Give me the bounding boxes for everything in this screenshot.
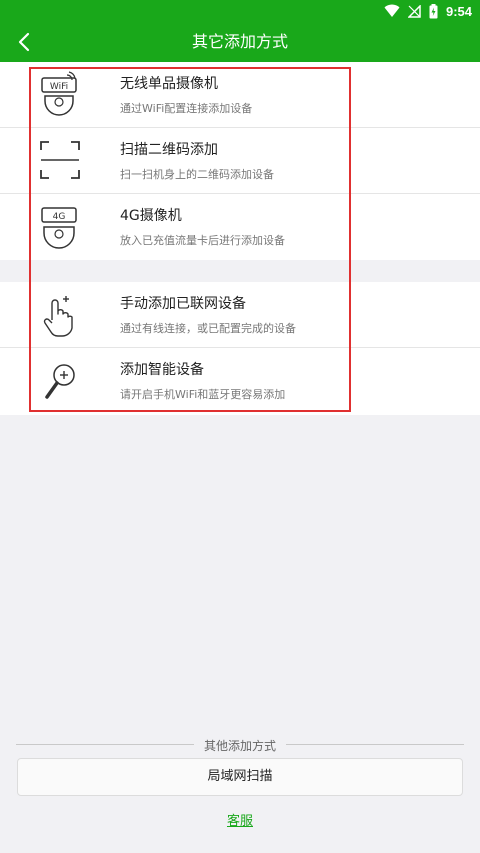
status-time: 9:54 [445, 3, 472, 19]
option-title: 手动添加已联网设备 [120, 296, 246, 312]
option-title: 无线单品摄像机 [120, 76, 218, 92]
wifi-camera-icon-label: WiFi [50, 82, 68, 92]
option-subtitle: 扫一扫机身上的二维码添加设备 [120, 168, 274, 181]
4g-camera-icon: 4G [41, 207, 77, 249]
4g-camera-icon-label: 4G [53, 212, 66, 222]
cellular-signal-icon [407, 4, 421, 18]
hand-tap-icon [43, 296, 73, 337]
option-title: 扫描二维码添加 [120, 142, 218, 158]
status-icons: 9:54 [384, 2, 472, 20]
app-bar: 其它添加方式 [0, 22, 480, 62]
other-methods-text: 其他添加方式 [193, 739, 286, 753]
option-subtitle: 通过WiFi配置连接添加设备 [120, 102, 253, 115]
option-4g-camera[interactable]: 4G 4G摄像机 放入已充值流量卡后进行添加设备 [0, 194, 480, 260]
option-smart-device[interactable]: 添加智能设备 请开启手机WiFi和蓝牙更容易添加 [0, 348, 480, 414]
option-title: 4G摄像机 [120, 208, 182, 224]
magnifier-plus-icon [45, 364, 75, 399]
lan-scan-button[interactable]: 局域网扫描 [17, 758, 463, 796]
customer-service-link[interactable]: 客服 [0, 810, 480, 829]
page-title: 其它添加方式 [191, 32, 288, 51]
option-qr-scan[interactable]: 扫描二维码添加 扫一扫机身上的二维码添加设备 [0, 128, 480, 194]
wifi-camera-icon: WiFi [41, 71, 77, 116]
qr-scan-icon [40, 141, 80, 179]
battery-charging-icon [429, 3, 438, 18]
device-options-group: 手动添加已联网设备 通过有线连接，或已配置完成的设备 添加智能设备 请开启手机W… [0, 282, 480, 415]
option-subtitle: 通过有线连接，或已配置完成的设备 [120, 322, 296, 335]
option-manual-add[interactable]: 手动添加已联网设备 通过有线连接，或已配置完成的设备 [0, 282, 480, 348]
wifi-signal-icon [384, 4, 400, 17]
status-bar: 9:54 [0, 0, 480, 22]
other-methods-label: 其他添加方式 [0, 735, 480, 754]
camera-options-group: WiFi 无线单品摄像机 通过WiFi配置连接添加设备 扫描二维码添加 扫一扫机… [0, 62, 480, 260]
option-subtitle: 放入已充值流量卡后进行添加设备 [120, 234, 285, 247]
option-title: 添加智能设备 [120, 362, 204, 378]
option-subtitle: 请开启手机WiFi和蓝牙更容易添加 [120, 388, 286, 401]
option-wifi-camera[interactable]: WiFi 无线单品摄像机 通过WiFi配置连接添加设备 [0, 62, 480, 128]
